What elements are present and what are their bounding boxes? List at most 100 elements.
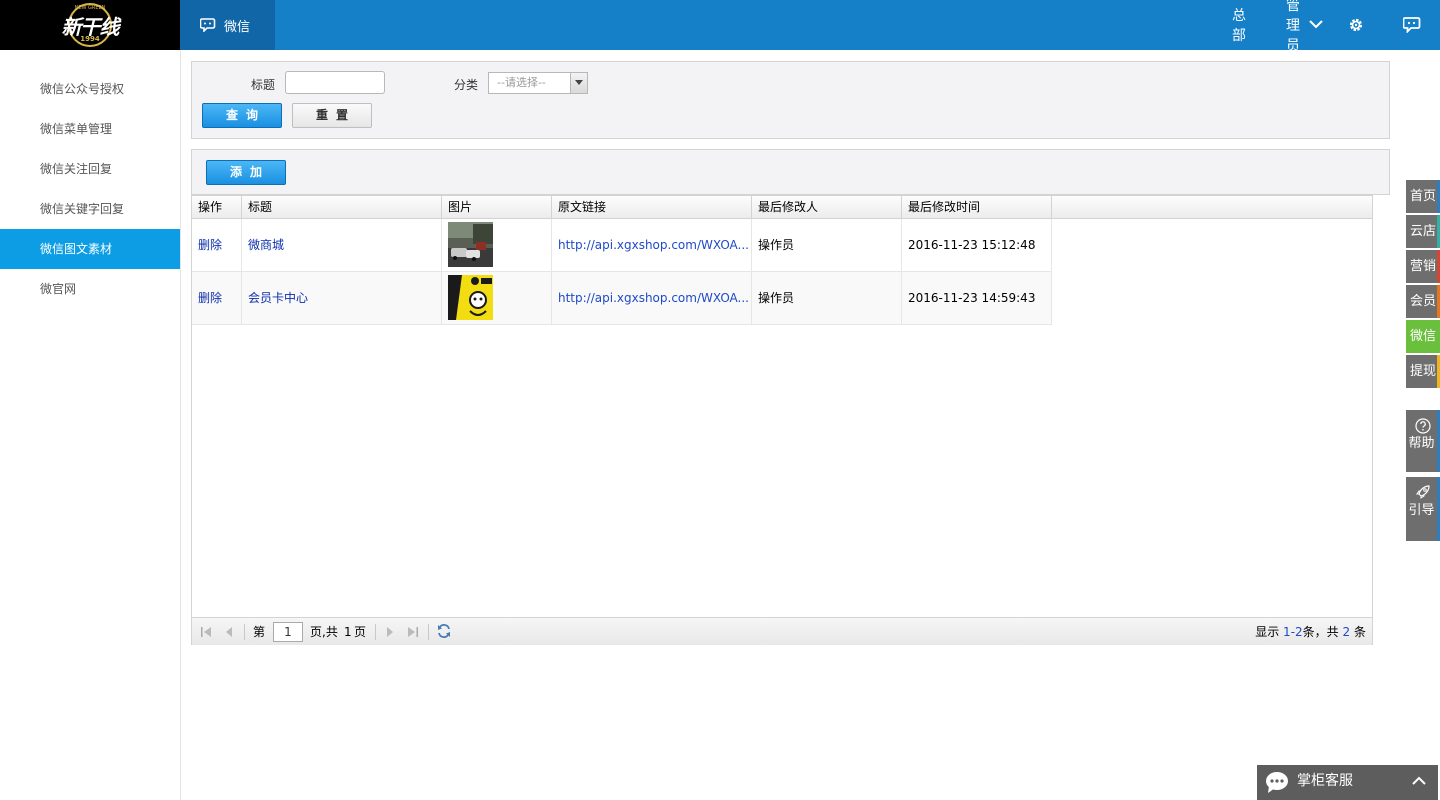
chevron-up-icon[interactable] [1412, 776, 1426, 786]
material-table: 操作 标题 图片 原文链接 最后修改人 最后修改时间 删除 微商城 http:/… [191, 195, 1373, 645]
category-selected: --请选择-- [497, 76, 546, 89]
wechat-icon [200, 18, 216, 32]
pager-divider [244, 624, 245, 640]
dock-item-wechat[interactable]: 微信 [1406, 320, 1440, 353]
tab-wechat-label: 微信 [224, 19, 251, 35]
pagination-info: 显示 1-2条，共 2 条 [1255, 618, 1366, 646]
table-cell-modifier: 操作员 [752, 272, 902, 324]
table-cell-action: 删除 [192, 219, 242, 271]
next-page-icon[interactable] [385, 626, 395, 638]
table-cell-modified-time: 2016-11-23 14:59:43 [902, 272, 1052, 324]
table-cell-title: 微商城 [242, 219, 442, 271]
column-header-modified-time[interactable]: 最后修改时间 [902, 196, 1052, 218]
vip-card-thumbnail[interactable] [448, 275, 493, 320]
dock-item-label: 提现 [1409, 364, 1436, 379]
url-link[interactable]: http://api.xgxshop.com/WXOA... [558, 238, 749, 252]
url-link[interactable]: http://api.xgxshop.com/WXOA... [558, 291, 749, 305]
dock-item-home[interactable]: 首页 [1406, 180, 1440, 213]
sidebar-item-follow-reply[interactable]: 微信关注回复 [0, 149, 180, 189]
title-link[interactable]: 微商城 [248, 238, 284, 252]
page-suffix: 页,共 [310, 625, 338, 639]
top-bar: NEW GREEN 新干线 1994 微信 总部 管理员 [0, 0, 1440, 54]
table-row[interactable]: 删除 微商城 http://api.xgxshop.com/WXOA... 操作… [192, 219, 1052, 272]
sidebar-item-news-material[interactable]: 微信图文素材 [0, 229, 180, 269]
title-link[interactable]: 会员卡中心 [248, 291, 308, 305]
sidebar-item-keyword-reply[interactable]: 微信关键字回复 [0, 189, 180, 229]
column-header-url[interactable]: 原文链接 [552, 196, 752, 218]
logo-year: 1994 [80, 35, 100, 43]
search-panel: 标题 分类 --请选择-- 查询 重置 [191, 61, 1390, 139]
dock-item-members[interactable]: 会员 [1406, 285, 1440, 318]
sidebar-item-menu-management[interactable]: 微信菜单管理 [0, 109, 180, 149]
table-cell-url: http://api.xgxshop.com/WXOA... [552, 272, 752, 324]
table-cell-title: 会员卡中心 [242, 272, 442, 324]
customer-service-label: 掌柜客服 [1297, 773, 1353, 789]
chevron-down-icon[interactable] [1309, 18, 1323, 30]
pager-divider [375, 624, 376, 640]
speech-bubble-icon [1266, 772, 1288, 793]
prev-page-icon[interactable] [224, 626, 234, 638]
sidebar: 微信公众号授权 微信菜单管理 微信关注回复 微信关键字回复 微信图文素材 微官网 [0, 50, 181, 800]
pager-divider [428, 624, 429, 640]
sidebar-item-account-auth[interactable]: 微信公众号授权 [0, 69, 180, 109]
brand-logo[interactable]: NEW GREEN 新干线 1994 [0, 0, 180, 50]
customer-service-widget[interactable]: 掌柜客服 [1257, 765, 1438, 800]
add-button[interactable]: 添加 [206, 160, 286, 185]
column-header-title[interactable]: 标题 [242, 196, 442, 218]
table-cell-modifier: 操作员 [752, 219, 902, 271]
page-unit: 页 [354, 625, 367, 639]
dock-item-label: 首页 [1409, 189, 1436, 204]
last-page-icon[interactable] [407, 626, 419, 638]
dock-help-button[interactable]: 帮助 [1406, 410, 1440, 472]
dock-item-cloud-store[interactable]: 云店 [1406, 215, 1440, 248]
dock-item-label: 微信 [1409, 329, 1436, 344]
dropdown-arrow-icon[interactable] [570, 73, 587, 93]
pagination-info-mid: 条，共 [1302, 625, 1339, 639]
total-pages: 1 [344, 625, 352, 639]
tab-wechat[interactable]: 微信 [180, 0, 275, 50]
refresh-icon[interactable] [437, 624, 451, 638]
table-header: 操作 标题 图片 原文链接 最后修改人 最后修改时间 [192, 196, 1372, 219]
first-page-icon[interactable] [200, 626, 212, 638]
page-prefix: 第 [253, 625, 266, 639]
grid-toolbar: 添加 [191, 149, 1390, 195]
dock-help-label: 帮助 [1408, 436, 1435, 451]
chat-icon[interactable] [1403, 17, 1421, 33]
dock-item-label: 云店 [1409, 224, 1436, 239]
range-to: 2 [1295, 625, 1303, 639]
logo-badge: NEW GREEN 新干线 1994 [54, 3, 126, 47]
org-switcher[interactable]: 总部 [1232, 5, 1246, 45]
table-cell-image [442, 219, 552, 271]
delete-link[interactable]: 删除 [198, 291, 222, 305]
question-circle-icon [1415, 418, 1431, 434]
table-cell-action: 删除 [192, 272, 242, 324]
range-from: 1 [1283, 625, 1291, 639]
rocket-icon [1416, 485, 1430, 499]
pagination-bar: 第 1 页,共 1 页 显示 1-2条，共 2 条 [192, 617, 1372, 645]
page-number-input[interactable]: 1 [273, 622, 303, 642]
column-header-modifier[interactable]: 最后修改人 [752, 196, 902, 218]
table-cell-image [442, 272, 552, 324]
column-header-action[interactable]: 操作 [192, 196, 242, 218]
title-input[interactable] [285, 71, 385, 94]
sidebar-item-micro-site[interactable]: 微官网 [0, 269, 180, 309]
column-header-image[interactable]: 图片 [442, 196, 552, 218]
dock-item-label: 营销 [1409, 259, 1436, 274]
street-photo-thumbnail[interactable] [448, 222, 493, 267]
dock-guide-label: 引导 [1408, 503, 1435, 518]
query-button[interactable]: 查询 [202, 103, 282, 128]
table-row[interactable]: 删除 会员卡中心 http://api.xgxshop.com/WXOA... … [192, 272, 1052, 325]
gear-icon[interactable] [1347, 16, 1365, 34]
delete-link[interactable]: 删除 [198, 238, 222, 252]
dock-item-marketing[interactable]: 营销 [1406, 250, 1440, 283]
category-select[interactable]: --请选择-- [488, 72, 588, 94]
title-label: 标题 [251, 78, 276, 92]
reset-button[interactable]: 重置 [292, 103, 372, 128]
dock-item-label: 会员 [1409, 294, 1436, 309]
user-menu[interactable]: 管理员 [1286, 0, 1300, 55]
dock-item-withdraw[interactable]: 提现 [1406, 355, 1440, 388]
table-cell-url: http://api.xgxshop.com/WXOA... [552, 219, 752, 271]
dock-guide-button[interactable]: 引导 [1406, 477, 1440, 541]
pagination-info-prefix: 显示 [1255, 625, 1280, 639]
table-cell-modified-time: 2016-11-23 15:12:48 [902, 219, 1052, 271]
